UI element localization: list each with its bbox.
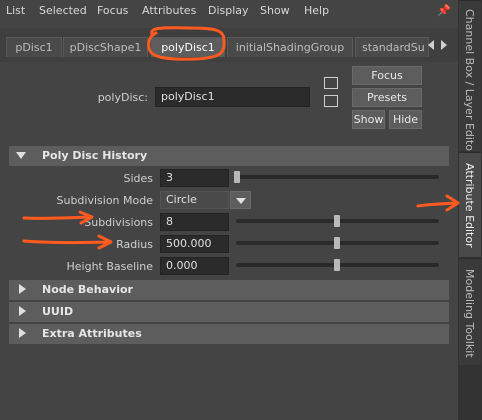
expand-triangle-icon	[19, 284, 26, 294]
side-tab-modeling-toolkit[interactable]: Modeling Toolkit	[459, 258, 481, 365]
sides-slider-handle[interactable]	[234, 171, 240, 183]
tab-scroll-left-icon[interactable]	[428, 40, 434, 50]
subdivisions-field[interactable]: 8	[160, 213, 229, 231]
show-button[interactable]: Show	[352, 110, 385, 129]
node-tab-strip: pDisc1 pDiscShape1 polyDisc1 initialShad…	[0, 28, 458, 62]
tab-pdisc1[interactable]: pDisc1	[6, 37, 62, 57]
expand-triangle-icon	[19, 328, 26, 338]
radius-label: Radius	[116, 238, 153, 251]
hide-button[interactable]: Hide	[389, 110, 422, 129]
menu-display[interactable]: Display	[208, 4, 249, 17]
menu-help[interactable]: Help	[304, 4, 329, 17]
sides-label: Sides	[123, 172, 153, 185]
input-connection-icon[interactable]	[324, 77, 338, 89]
tab-polydisc1[interactable]: polyDisc1	[151, 37, 225, 57]
collapse-triangle-icon	[16, 152, 26, 159]
tab-standardsurface[interactable]: standardSu	[355, 37, 429, 57]
presets-button[interactable]: Presets	[352, 88, 422, 107]
expand-triangle-icon	[19, 306, 26, 316]
side-tab-attribute-editor[interactable]: Attribute Editor	[459, 152, 481, 257]
side-tab-channel-box[interactable]: Channel Box / Layer Editor	[459, 0, 481, 156]
pin-icon[interactable]: 📌	[437, 4, 451, 17]
side-tab-filler	[459, 366, 481, 420]
tab-pdiscshape1[interactable]: pDiscShape1	[63, 37, 148, 57]
subdivisions-label: Subdivisions	[84, 216, 153, 229]
chevron-down-icon	[236, 198, 246, 204]
node-name-field[interactable]: polyDisc1	[155, 87, 310, 107]
subdivision-mode-dropdown[interactable]	[230, 191, 251, 209]
node-type-label: polyDisc:	[97, 91, 148, 104]
menu-show[interactable]: Show	[260, 4, 290, 17]
height-baseline-field[interactable]: 0.000	[160, 257, 229, 275]
subdivisions-slider-handle[interactable]	[334, 215, 340, 227]
section-uuid[interactable]: UUID	[9, 302, 449, 322]
height-baseline-label: Height Baseline	[66, 260, 154, 273]
section-node-behavior[interactable]: Node Behavior	[9, 280, 449, 300]
output-connection-icon[interactable]	[324, 95, 338, 107]
menu-list[interactable]: List	[6, 4, 25, 17]
subdivision-mode-select[interactable]: Circle	[160, 191, 229, 209]
sides-slider[interactable]	[236, 175, 439, 179]
menu-attributes[interactable]: Attributes	[142, 4, 196, 17]
height-baseline-slider-handle[interactable]	[334, 259, 340, 271]
tab-scroll-right-icon[interactable]	[441, 40, 447, 50]
menu-bar: List Selected Focus Attributes Display S…	[0, 0, 458, 22]
section-extra-attributes[interactable]: Extra Attributes	[9, 324, 449, 344]
radius-slider-handle[interactable]	[334, 237, 340, 249]
focus-button[interactable]: Focus	[352, 66, 422, 85]
section-poly-disc-history[interactable]: Poly Disc History	[9, 146, 449, 166]
menu-selected[interactable]: Selected	[39, 4, 87, 17]
tab-initialshadinggroup[interactable]: initialShadingGroup	[227, 37, 353, 57]
subdivision-mode-label: Subdivision Mode	[56, 194, 154, 207]
sides-field[interactable]: 3	[160, 169, 229, 187]
radius-field[interactable]: 500.000	[160, 235, 229, 253]
menu-focus[interactable]: Focus	[97, 4, 128, 17]
side-tab-bar: Channel Box / Layer Editor Attribute Edi…	[458, 0, 482, 420]
